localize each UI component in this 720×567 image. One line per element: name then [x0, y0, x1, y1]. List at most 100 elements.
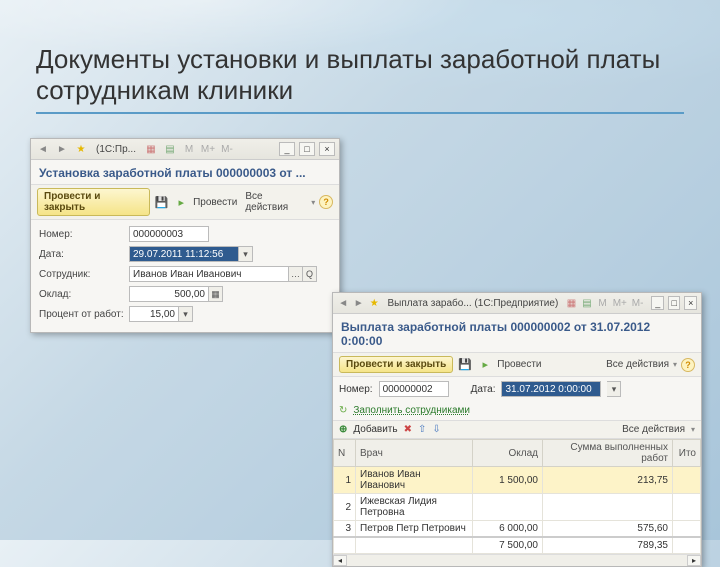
close-icon[interactable]: ×	[684, 296, 697, 310]
all-actions-button[interactable]: Все действия	[606, 359, 669, 370]
table-row[interactable]: 1 Иванов Иван Иванович 1 500,00 213,75	[334, 467, 701, 494]
add-icon[interactable]: ⊕	[339, 424, 347, 435]
forward-icon[interactable]: ►	[353, 295, 366, 311]
cell-employee: Иванов Иван Иванович	[356, 467, 473, 494]
help-icon[interactable]: ?	[681, 358, 695, 372]
window-salary-setup: ◄ ► ★ (1С:Пр... ▦ ▤ M M+ M- _ □ × Устано…	[30, 138, 340, 333]
m-plus-icon[interactable]: M+	[200, 141, 216, 157]
toolbar: Провести и закрыть 💾 ▸ Провести Все дейс…	[31, 184, 339, 220]
m-icon[interactable]: M	[596, 295, 609, 311]
col-work-sum[interactable]: Сумма выполненных работ	[543, 440, 673, 467]
percent-field[interactable]: 15,00	[129, 306, 179, 322]
horizontal-scrollbar[interactable]: ◂ ▸	[333, 554, 701, 566]
minimize-icon[interactable]: _	[279, 142, 295, 156]
cell-work-sum: 213,75	[543, 467, 673, 494]
save-icon[interactable]: 💾	[154, 194, 170, 210]
m-minus-icon[interactable]: M-	[631, 295, 645, 311]
titlebar: ◄ ► ★ Выплата зарабо... (1С:Предприятие)…	[333, 293, 701, 314]
move-down-icon[interactable]: ⇩	[432, 424, 440, 435]
scroll-right-icon[interactable]: ▸	[687, 555, 701, 566]
label-date: Дата:	[39, 249, 129, 260]
post-button[interactable]: Провести	[193, 197, 237, 208]
date-field[interactable]: 29.07.2011 11:12:56	[129, 246, 239, 262]
cell-employee: Петров Петр Петрович	[356, 521, 473, 538]
cell-work-sum	[543, 494, 673, 521]
post-icon[interactable]: ▸	[477, 357, 493, 373]
label-salary: Оклад:	[39, 289, 129, 300]
titlebar-text: Выплата зарабо... (1С:Предприятие)	[384, 298, 563, 309]
cell-total-salary: 7 500,00	[473, 537, 543, 554]
number-field[interactable]: 000000003	[129, 226, 209, 242]
slide-title: Документы установки и выплаты заработной…	[36, 44, 684, 114]
m-plus-icon[interactable]: M+	[612, 295, 628, 311]
header-fields: Номер: 000000002 Дата: 31.07.2012 0:00:0…	[333, 377, 701, 401]
cell-n: 1	[334, 467, 356, 494]
tool-icon[interactable]: ▤	[581, 295, 594, 311]
date-picker-icon[interactable]: ▾	[239, 246, 253, 262]
post-button[interactable]: Провести	[497, 359, 541, 370]
form-body: Номер: 000000003 Дата: 29.07.2011 11:12:…	[31, 220, 339, 332]
date-picker-icon[interactable]: ▾	[607, 381, 621, 397]
cell-salary	[473, 494, 543, 521]
tool-icon[interactable]: ▤	[162, 141, 178, 157]
col-n[interactable]: N	[334, 440, 356, 467]
help-icon[interactable]: ?	[319, 195, 333, 209]
salary-field[interactable]: 500,00	[129, 286, 209, 302]
label-number: Номер:	[339, 384, 373, 395]
titlebar-text: (1С:Пр...	[92, 144, 140, 155]
label-date: Дата:	[471, 384, 496, 395]
calc-icon[interactable]: ▦	[565, 295, 578, 311]
col-total[interactable]: Ито	[673, 440, 701, 467]
m-minus-icon[interactable]: M-	[219, 141, 235, 157]
move-up-icon[interactable]: ⇧	[418, 424, 426, 435]
maximize-icon[interactable]: □	[668, 296, 681, 310]
favorite-icon[interactable]: ★	[73, 141, 89, 157]
cell-salary: 6 000,00	[473, 521, 543, 538]
refresh-icon[interactable]: ↻	[339, 405, 347, 416]
cell-total	[673, 494, 701, 521]
close-icon[interactable]: ×	[319, 142, 335, 156]
number-field[interactable]: 000000002	[379, 381, 449, 397]
fill-employees-link[interactable]: Заполнить сотрудниками	[353, 405, 470, 416]
window-salary-payment: ◄ ► ★ Выплата зарабо... (1С:Предприятие)…	[332, 292, 702, 567]
calc-icon[interactable]: ▦	[143, 141, 159, 157]
open-icon[interactable]: Q	[303, 266, 317, 282]
chevron-down-icon: ▾	[311, 198, 315, 207]
col-salary[interactable]: Оклад	[473, 440, 543, 467]
lookup-icon[interactable]: …	[289, 266, 303, 282]
forward-icon[interactable]: ►	[54, 141, 70, 157]
m-icon[interactable]: M	[181, 141, 197, 157]
cell-total	[673, 467, 701, 494]
maximize-icon[interactable]: □	[299, 142, 315, 156]
stepper-icon[interactable]: ▾	[179, 306, 193, 322]
add-button[interactable]: Добавить	[353, 424, 397, 435]
table-total-row: 7 500,00 789,35	[334, 537, 701, 554]
all-actions-button[interactable]: Все действия	[245, 191, 307, 213]
chevron-down-icon: ▾	[691, 425, 695, 434]
scroll-left-icon[interactable]: ◂	[333, 555, 347, 566]
date-field[interactable]: 31.07.2012 0:00:00	[501, 381, 601, 397]
cell-total-work-sum: 789,35	[543, 537, 673, 554]
back-icon[interactable]: ◄	[337, 295, 350, 311]
employee-field[interactable]: Иванов Иван Иванович	[129, 266, 289, 282]
table-all-actions-button[interactable]: Все действия	[622, 424, 685, 435]
post-icon[interactable]: ▸	[173, 194, 189, 210]
table-row[interactable]: 3 Петров Петр Петрович 6 000,00 575,60	[334, 521, 701, 538]
favorite-icon[interactable]: ★	[368, 295, 381, 311]
table-toolbar: ⊕ Добавить ✖ ⇧ ⇩ Все действия ▾	[333, 420, 701, 439]
toolbar: Провести и закрыть 💾 ▸ Провести Все дейс…	[333, 352, 701, 377]
titlebar: ◄ ► ★ (1С:Пр... ▦ ▤ M M+ M- _ □ ×	[31, 139, 339, 160]
post-and-close-button[interactable]: Провести и закрыть	[37, 188, 150, 216]
col-employee[interactable]: Врач	[356, 440, 473, 467]
delete-icon[interactable]: ✖	[404, 424, 412, 435]
calc-button-icon[interactable]: ▦	[209, 286, 223, 302]
save-icon[interactable]: 💾	[457, 357, 473, 373]
document-title: Установка заработной платы 000000003 от …	[31, 160, 339, 184]
back-icon[interactable]: ◄	[35, 141, 51, 157]
label-percent: Процент от работ:	[39, 309, 129, 320]
post-and-close-button[interactable]: Провести и закрыть	[339, 356, 453, 373]
table-row[interactable]: 2 Ижевская Лидия Петровна	[334, 494, 701, 521]
label-employee: Сотрудник:	[39, 269, 129, 280]
minimize-icon[interactable]: _	[651, 296, 664, 310]
fill-row: ↻ Заполнить сотрудниками	[333, 401, 701, 420]
